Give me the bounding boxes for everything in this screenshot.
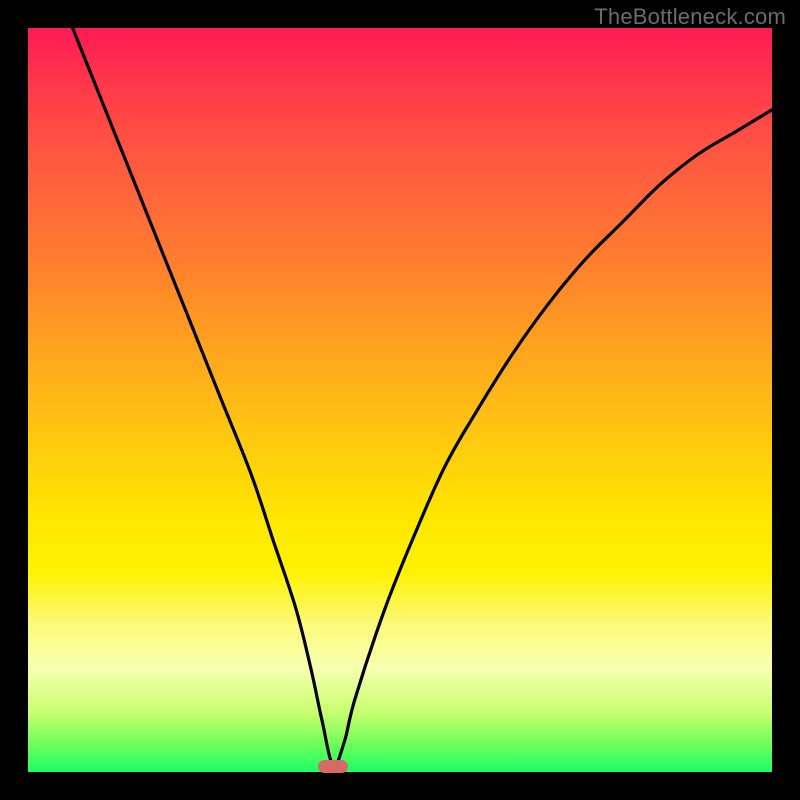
optimal-marker [318,760,348,773]
curve-path [73,28,772,765]
watermark-text: TheBottleneck.com [594,4,786,30]
chart-frame: TheBottleneck.com [0,0,800,800]
bottleneck-curve [28,28,772,772]
plot-area [28,28,772,772]
